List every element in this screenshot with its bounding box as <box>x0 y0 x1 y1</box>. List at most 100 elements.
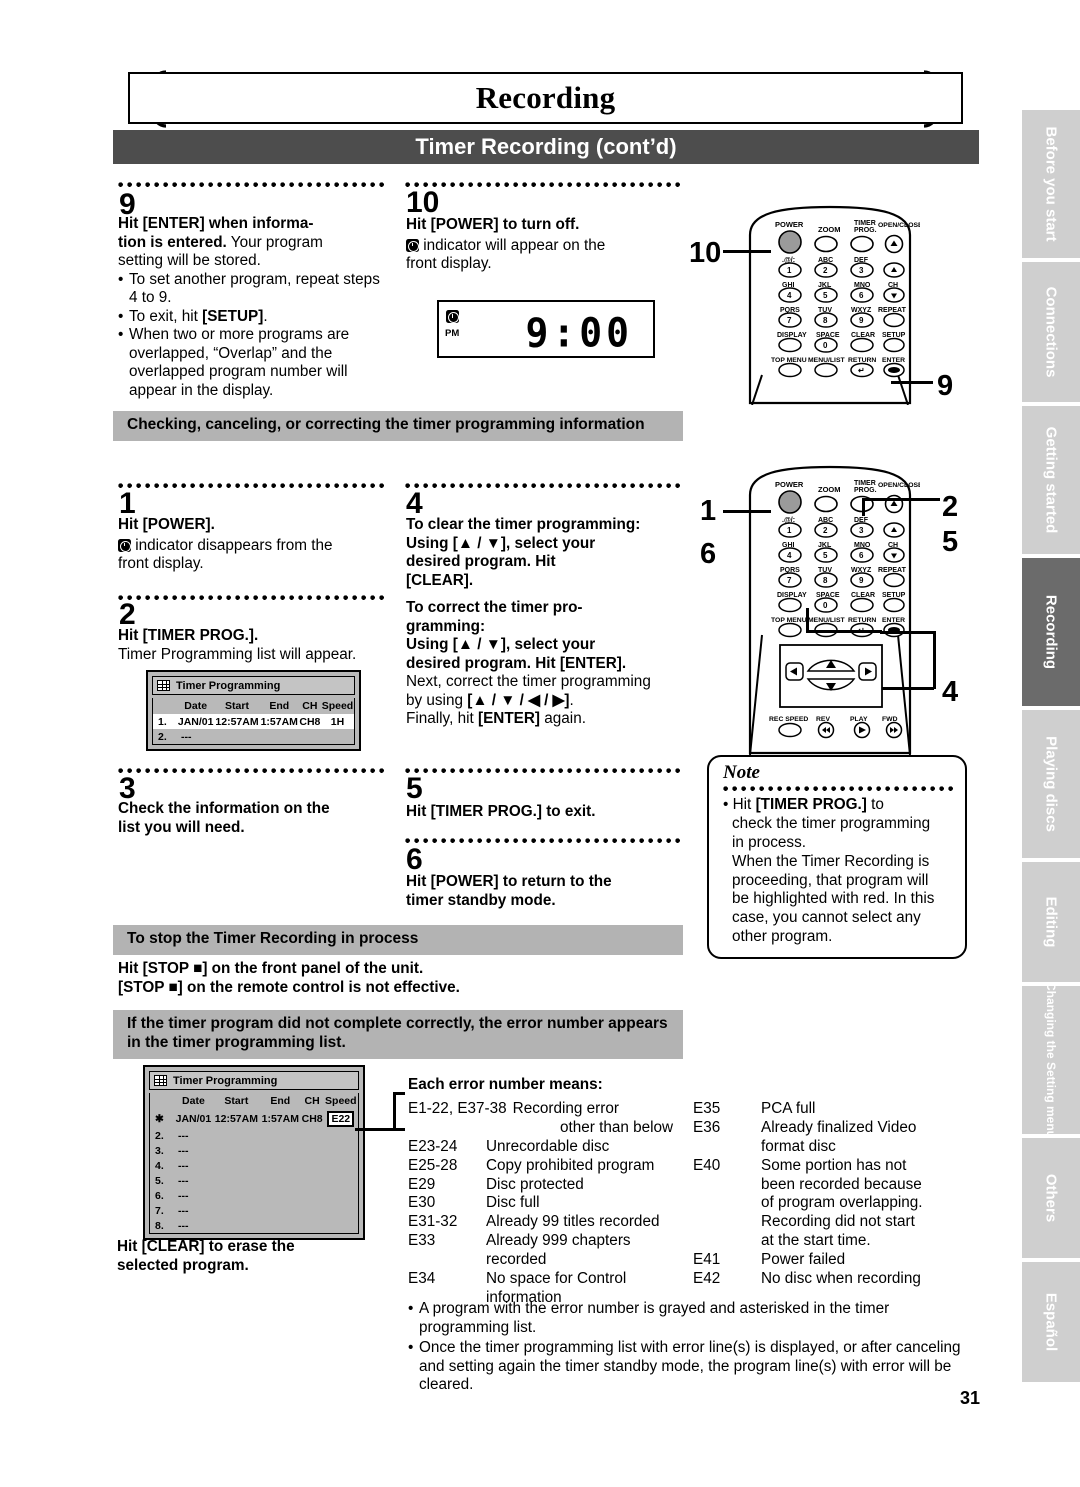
sidebar-item-editing[interactable]: Editing <box>1022 862 1080 982</box>
row-pad <box>213 1203 260 1218</box>
osd-col-blank <box>150 1093 174 1109</box>
sidebar-item-changing-the-setting-menu[interactable]: Changing the Setting menu <box>1022 986 1080 1134</box>
step-9-head-l1: Hit [ENTER] when informa- <box>118 215 314 232</box>
svg-text:ZOOM: ZOOM <box>818 225 841 234</box>
svg-text:1: 1 <box>787 266 792 275</box>
row-pad <box>260 1188 301 1203</box>
step-5-heading: Hit [TIMER PROG.] to exit. <box>406 803 596 820</box>
svg-text:3: 3 <box>859 526 864 535</box>
error-code: E30 <box>408 1194 436 1212</box>
error-entry-cont: of program overlapping. <box>693 1194 973 1213</box>
step-divider-dots <box>118 595 386 601</box>
table-row[interactable]: 2. --- <box>150 1128 358 1143</box>
error-desc-cont: at the start time. <box>761 1232 871 1250</box>
callout-leader-line <box>862 498 940 501</box>
svg-text:6: 6 <box>859 291 864 300</box>
table-row[interactable]: 1. JAN/01 12:57AM 1:57AM CH8 1H <box>153 714 354 729</box>
error-entry-cont: other than below <box>408 1119 698 1138</box>
step-10-body-2: front display. <box>406 255 492 272</box>
osd-header-row: Date Start End CH Speed <box>153 698 354 714</box>
row-pad <box>301 1203 324 1218</box>
row-pad <box>213 1143 260 1158</box>
row-empty: --- <box>178 1174 189 1187</box>
table-row[interactable]: 7. --- <box>150 1203 358 1218</box>
svg-text:REV: REV <box>816 716 830 723</box>
table-row[interactable]: 3. --- <box>150 1143 358 1158</box>
error-code: E29 <box>408 1175 436 1193</box>
svg-text:8: 8 <box>823 576 828 585</box>
table-row[interactable]: 4. --- <box>150 1158 358 1173</box>
table-row[interactable]: 8. --- <box>150 1218 358 1233</box>
sidebar-item-others[interactable]: Others <box>1022 1138 1080 1258</box>
step-4-p3-l1: Next, correct the timer programming <box>406 673 651 690</box>
table-row[interactable]: 2. --- <box>153 729 354 744</box>
stop-line-2: [STOP ■] on the remote control is not ef… <box>118 978 460 996</box>
svg-text:7: 7 <box>787 576 792 585</box>
sidebar-item-espanol[interactable]: Español <box>1022 1262 1080 1382</box>
row-pad <box>301 1143 324 1158</box>
note-line-2: check the timer programming <box>732 814 931 832</box>
table-row[interactable]: 5. --- <box>150 1173 358 1188</box>
clear-line-1: Hit [CLEAR] to erase the <box>117 1238 295 1255</box>
row-pad <box>301 1128 324 1143</box>
row-pad <box>324 1128 358 1143</box>
step-number-10: 10 <box>406 186 440 219</box>
row-pad <box>260 729 299 744</box>
row-pad <box>260 1203 301 1218</box>
step-number-5: 5 <box>406 772 423 805</box>
step-4-p3-l2: by using [▲ / ▼ / ◀ / ▶]. <box>406 691 574 709</box>
error-code: E23-24 <box>408 1137 458 1155</box>
svg-text:1: 1 <box>787 526 792 535</box>
error-code-badge: E22 <box>327 1110 355 1127</box>
sidebar-item-recording[interactable]: Recording <box>1022 558 1080 706</box>
row-ch: CH8 <box>300 1109 324 1128</box>
svg-text:8: 8 <box>823 316 828 325</box>
sidebar-item-before-you-start[interactable]: Before you start <box>1022 110 1080 258</box>
step-4-p1-l3: desired program. Hit <box>406 553 556 570</box>
step-divider-dots <box>118 483 386 489</box>
svg-text:TIMER: TIMER <box>854 220 876 227</box>
table-row[interactable]: ✱ JAN/01 12:57AM 1:57AM CH8 E22 <box>150 1109 358 1128</box>
note-dots <box>723 786 953 792</box>
sidebar-item-connections[interactable]: Connections <box>1022 262 1080 402</box>
osd-col-date: Date <box>184 700 208 712</box>
error-list-right: E35 PCA full E36 Already finalized Video… <box>693 1100 973 1289</box>
step-number-6: 6 <box>406 843 423 876</box>
error-entry: E41 Power failed <box>693 1251 973 1270</box>
row-pad <box>213 1173 260 1188</box>
stop-instructions: Hit [STOP ■] on the front panel of the u… <box>118 960 718 997</box>
tab-label: Changing the Setting menu <box>1044 986 1058 1134</box>
error-entry-cont: at the start time. <box>693 1232 973 1251</box>
error-desc: Some portion has not <box>761 1156 907 1174</box>
error-code: E41 <box>693 1251 721 1269</box>
callout-2: 2 <box>942 491 959 523</box>
step-4-p2-l4: desired program. Hit [ENTER]. <box>406 654 627 672</box>
error-desc-cont: of program overlapping. <box>761 1194 923 1212</box>
tab-label: Recording <box>1042 594 1060 670</box>
error-desc-cont: other than below <box>560 1118 674 1136</box>
osd-col-ch: CH <box>304 1095 320 1107</box>
row-pad <box>260 1143 301 1158</box>
error-entry: E31-32 Already 99 titles recorded <box>408 1213 698 1232</box>
osd-title-bar: Timer Programming <box>149 1071 359 1090</box>
display-clock-icon <box>446 310 459 323</box>
step-4-p2-l1: To correct the timer pro- <box>406 599 583 616</box>
list-grid-icon <box>157 680 170 691</box>
error-desc: Already finalized Video <box>761 1118 917 1136</box>
error-desc: Power failed <box>761 1251 846 1269</box>
svg-text:OPEN/CLOSE: OPEN/CLOSE <box>878 222 920 229</box>
table-row[interactable]: 6. --- <box>150 1188 358 1203</box>
step-divider-dots <box>405 483 683 489</box>
svg-text:7: 7 <box>787 316 792 325</box>
tab-label: Getting started <box>1042 426 1060 534</box>
tab-label: Español <box>1042 1292 1060 1352</box>
note-line-4: When the Timer Recording is <box>732 852 930 870</box>
sidebar-item-getting-started[interactable]: Getting started <box>1022 406 1080 554</box>
step-6-heading-2: timer standby mode. <box>406 891 556 909</box>
row-number: 5. <box>155 1174 164 1187</box>
osd-title-text: Timer Programming <box>176 679 281 692</box>
sidebar-item-playing-discs[interactable]: Playing discs <box>1022 710 1080 858</box>
row-pad <box>324 1173 358 1188</box>
row-end: 1:57AM <box>259 1109 301 1128</box>
error-desc: Disc full <box>486 1194 540 1212</box>
